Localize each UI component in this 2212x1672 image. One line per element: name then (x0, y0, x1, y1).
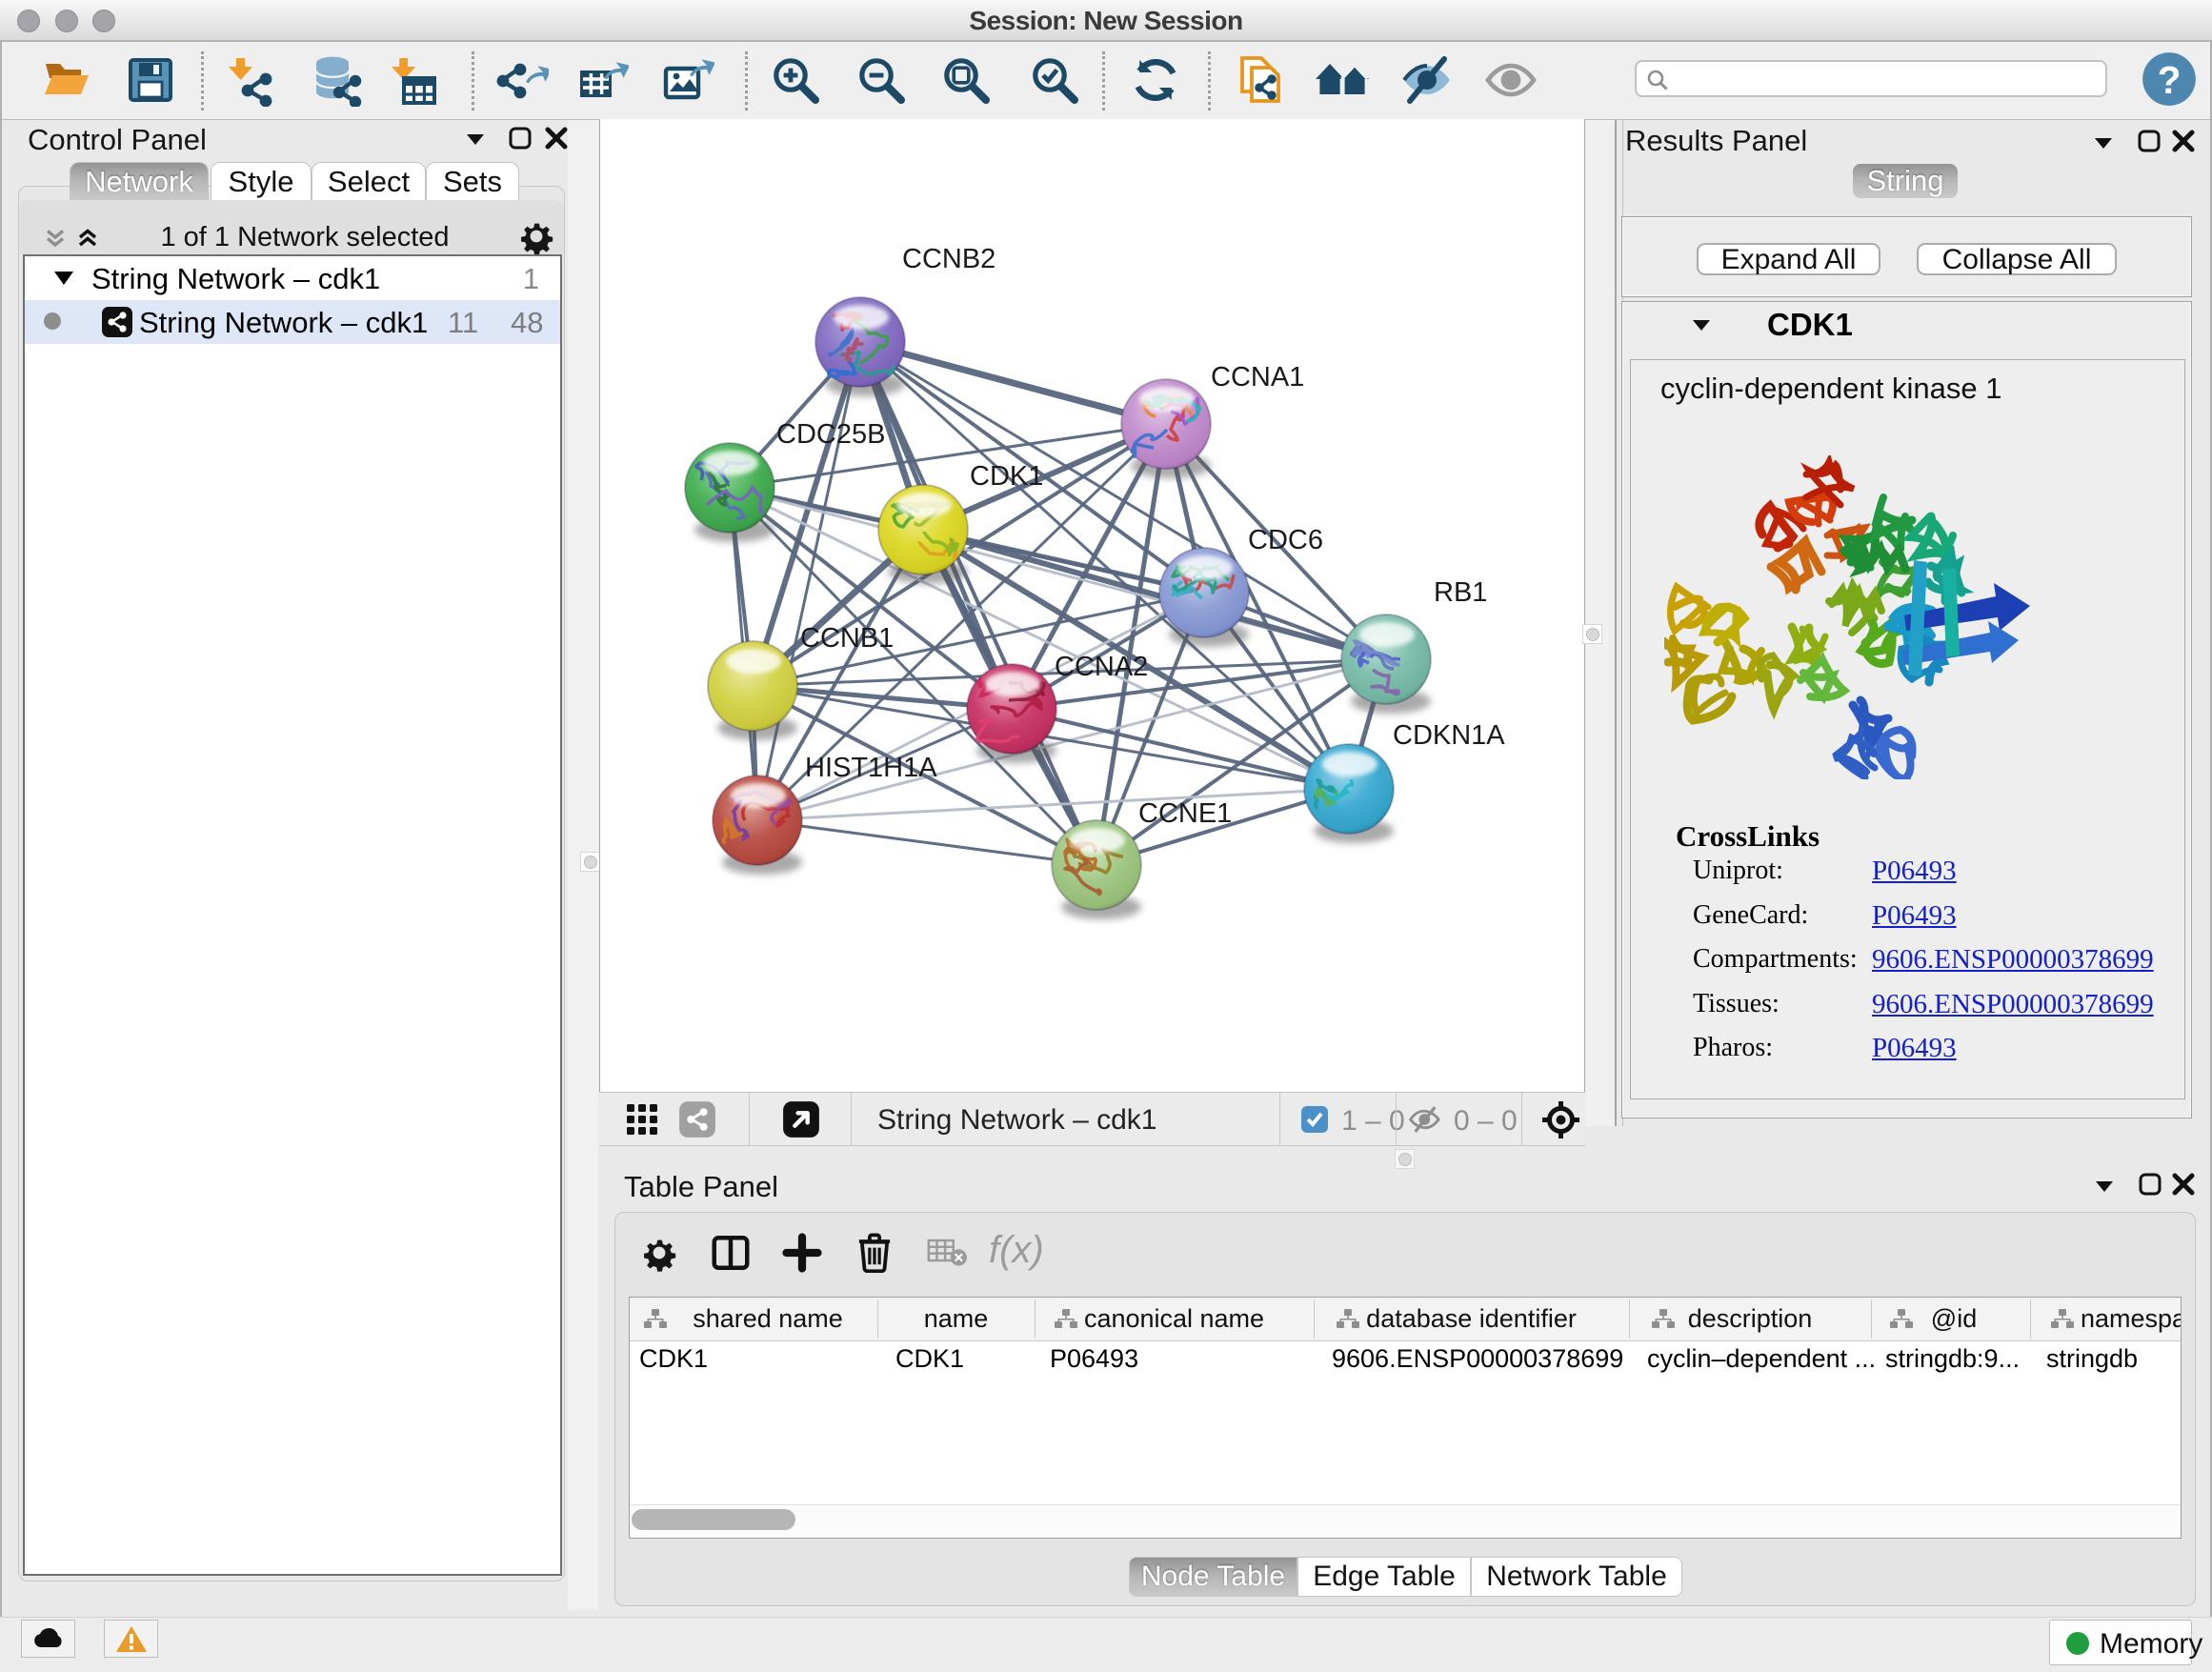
svg-text:?: ? (2158, 58, 2182, 102)
svg-text:HIST1H1A: HIST1H1A (805, 753, 937, 783)
svg-text:CCNA1: CCNA1 (1211, 362, 1304, 393)
svg-text:CCNB1: CCNB1 (800, 623, 894, 654)
svg-text:CCNA2: CCNA2 (1055, 652, 1148, 682)
svg-text:CDC6: CDC6 (1248, 525, 1323, 555)
svg-text:CDKN1A: CDKN1A (1393, 720, 1505, 751)
svg-text:CDC25B: CDC25B (776, 419, 885, 450)
svg-text:CCNB2: CCNB2 (902, 244, 995, 274)
svg-text:RB1: RB1 (1434, 577, 1487, 608)
svg-text:CCNE1: CCNE1 (1138, 798, 1232, 829)
svg-text:CDK1: CDK1 (970, 461, 1043, 492)
